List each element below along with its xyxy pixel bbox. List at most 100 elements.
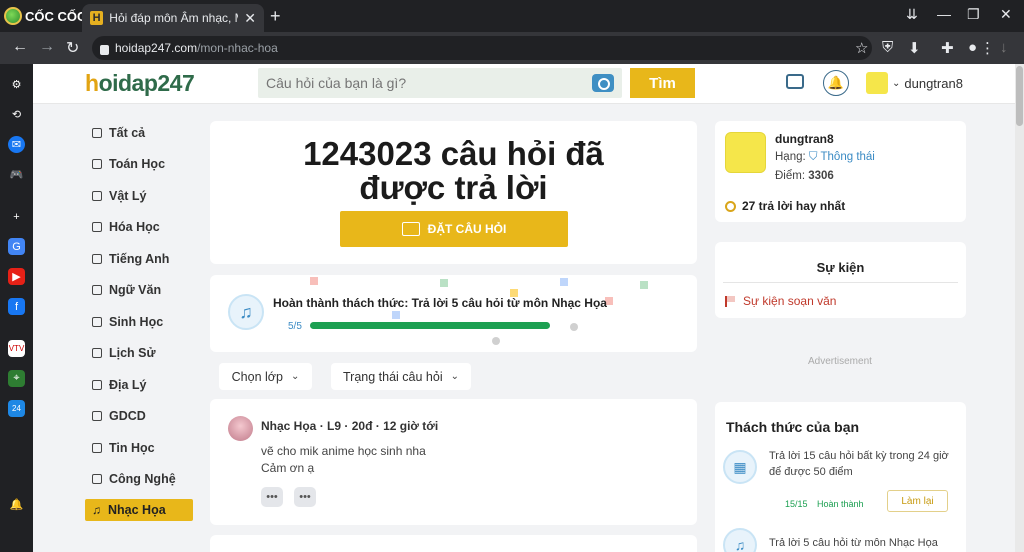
profile-card: dungtran8 Hạng: ⛉ Thông thái Điểm: 3306 … — [715, 121, 966, 222]
question-card[interactable]: Nhạc Họa · L9 · 20đ · 12 giờ tới vẽ cho … — [210, 399, 697, 525]
search-input[interactable] — [266, 75, 586, 91]
notification-bell-icon[interactable]: 🔔 — [8, 496, 25, 513]
browser-tab-bar: CỐC CỐC H Hỏi đáp môn Âm nhạc, Mỹ thuật … — [0, 0, 1024, 32]
sidebar-item-geography[interactable]: Địa Lý — [85, 374, 193, 396]
shield-icon[interactable]: ⛨ — [882, 39, 893, 56]
chat-icon[interactable] — [786, 74, 804, 89]
settings-icon[interactable]: ⚙ — [8, 76, 25, 93]
sidebar-item-music-art[interactable]: ♫ Nhạc Họa — [85, 499, 193, 521]
coccoc-logo[interactable]: CỐC CỐC — [4, 6, 86, 26]
redo-challenge-button[interactable]: Làm lại — [887, 490, 948, 512]
translate-icon[interactable]: G — [8, 238, 25, 255]
answer-chip-icon[interactable]: ••• — [261, 487, 283, 507]
tab-close-icon[interactable]: ✕ — [244, 10, 256, 27]
download-bar-icon[interactable]: ↓ — [1000, 39, 1008, 56]
sidebar-item-history[interactable]: Lịch Sử — [85, 342, 193, 364]
sidebar-item-technology[interactable]: Công Nghệ — [85, 468, 193, 490]
challenge-card[interactable]: ♫ Hoàn thành thách thức: Trả lời 5 câu h… — [210, 275, 697, 352]
page-scrollbar[interactable] — [1015, 64, 1024, 552]
window-close-icon[interactable]: ✕ — [1000, 6, 1012, 23]
chevron-down-icon: ⌄ — [290, 371, 300, 382]
event-link[interactable]: Sự kiện soạn văn — [725, 294, 836, 308]
events-card: Sự kiện Sự kiện soạn văn — [715, 242, 966, 318]
flask-icon — [92, 222, 102, 232]
atom-icon — [92, 191, 102, 201]
bookmark-star-icon[interactable]: ☆ — [855, 39, 868, 57]
vtv-icon[interactable]: VTV — [8, 340, 25, 357]
username: dungtran8 — [904, 75, 963, 91]
status-filter[interactable]: Trạng thái câu hỏi ⌄ — [331, 363, 471, 390]
avatar — [866, 72, 888, 94]
challenge-progress-bar — [310, 322, 550, 329]
site-favicon-icon: H — [90, 11, 104, 25]
sidebar-item-math[interactable]: Toán Học — [85, 153, 193, 175]
hoidap247-logo[interactable]: hoidap247 — [85, 70, 195, 97]
reload-icon[interactable]: ↻ — [66, 38, 79, 58]
calculator-icon — [92, 159, 102, 169]
search-button[interactable]: Tìm — [630, 68, 695, 98]
challenge-progress-fill — [310, 322, 550, 329]
music-note-icon: ♫ — [92, 503, 101, 517]
extensions-icon[interactable]: ✚ — [941, 39, 954, 57]
facebook-icon[interactable]: f — [8, 298, 25, 315]
download-icon[interactable]: ⬇ — [908, 39, 921, 57]
grid-icon — [92, 128, 102, 138]
notification-icon[interactable]: 🔔 — [823, 70, 849, 96]
answered-count-title: 1243023 câu hỏi đã được trả lời — [303, 135, 604, 206]
messenger-icon[interactable]: ✉ — [8, 136, 25, 153]
scrollbar-thumb[interactable] — [1016, 66, 1023, 126]
back-arrow-icon[interactable]: ← — [12, 38, 28, 56]
add-app-icon[interactable]: + — [8, 208, 25, 225]
music-challenge-icon: ♫ — [228, 294, 264, 330]
user-menu[interactable]: ⌄ dungtran8 — [866, 72, 963, 94]
asker-avatar[interactable] — [228, 416, 253, 441]
sidebar-item-civics[interactable]: GDCD — [85, 405, 193, 427]
sidebar-item-biology[interactable]: Sinh Học — [85, 311, 193, 333]
sidebar-item-all[interactable]: Tất cả — [85, 122, 193, 144]
question-card[interactable] — [210, 535, 697, 552]
browser-brand: CỐC CỐC — [25, 8, 87, 24]
tab-title: Hỏi đáp môn Âm nhạc, Mỹ thuật — [109, 11, 238, 25]
sidebar-item-chemistry[interactable]: Hóa Học — [85, 216, 193, 238]
tab-search-icon[interactable]: ⇊ — [906, 6, 918, 23]
answer-chip-icon[interactable]: ••• — [294, 487, 316, 507]
book-icon — [92, 411, 102, 421]
chevron-down-icon: ⌄ — [892, 77, 901, 89]
map-icon[interactable]: ⌖ — [8, 370, 25, 387]
search-box[interactable] — [258, 68, 622, 98]
ask-question-button[interactable]: ĐẶT CÂU HỎI — [340, 211, 568, 247]
confetti — [492, 337, 500, 345]
confetti — [392, 311, 400, 319]
music-challenge-icon: ♫ — [723, 528, 757, 552]
confetti — [310, 277, 318, 285]
sidebar-item-physics[interactable]: Vật Lý — [85, 185, 193, 207]
news-icon[interactable]: 24 — [8, 400, 25, 417]
forward-arrow-icon[interactable]: → — [39, 38, 55, 56]
address-bar[interactable]: hoidap247.com/mon-nhac-hoa — [92, 36, 872, 60]
minimize-icon[interactable]: — — [937, 6, 951, 22]
grade-filter[interactable]: Chọn lớp ⌄ — [219, 363, 312, 390]
lock-icon — [100, 45, 109, 55]
your-challenges-card: Thách thức của bạn ▦ Trả lời 15 câu hỏi … — [715, 402, 966, 552]
globe-icon — [92, 380, 102, 390]
challenges-title: Thách thức của bạn — [726, 419, 860, 435]
menu-dots-icon[interactable]: ⋮ — [980, 39, 995, 57]
challenge-status: Hoàn thành — [817, 499, 864, 509]
coccoc-ball-icon — [4, 7, 22, 25]
sidebar-item-literature[interactable]: Ngữ Văn — [85, 279, 193, 301]
gear-icon — [92, 474, 102, 484]
history-icon[interactable]: ⟲ — [8, 106, 25, 123]
new-tab-icon[interactable]: + — [270, 6, 281, 27]
browser-tab-active[interactable]: H Hỏi đáp môn Âm nhạc, Mỹ thuật ✕ — [82, 4, 264, 32]
profile-name[interactable]: dungtran8 — [775, 132, 834, 146]
game-icon[interactable]: 🎮 — [8, 166, 25, 183]
avatar[interactable] — [725, 132, 766, 173]
profile-points: Điểm: 3306 — [775, 170, 834, 182]
question-text: Cảm ơn ạ — [261, 461, 315, 475]
restore-icon[interactable]: ❐ — [967, 6, 980, 23]
camera-icon[interactable] — [592, 74, 614, 92]
youtube-icon[interactable]: ▶ — [8, 268, 25, 285]
sidebar-item-english[interactable]: Tiếng Anh — [85, 248, 193, 270]
sidebar-item-informatics[interactable]: Tin Học — [85, 437, 193, 459]
profile-icon[interactable]: ● — [968, 39, 977, 56]
